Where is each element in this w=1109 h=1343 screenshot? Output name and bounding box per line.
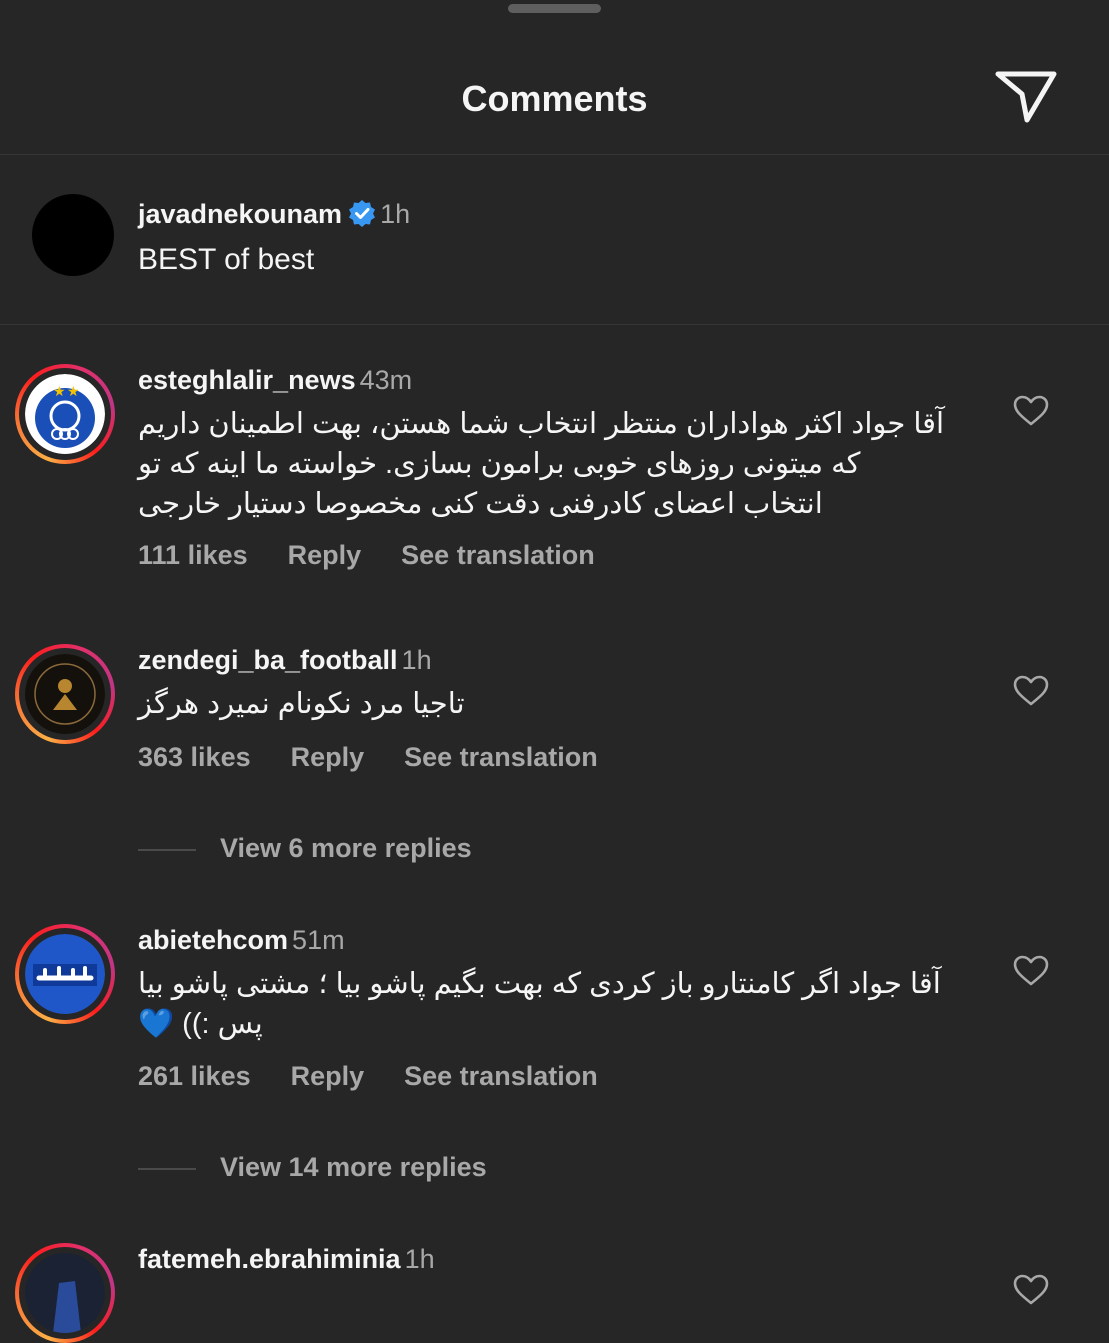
avatar: ★ ★ [25,374,105,454]
see-translation-button[interactable]: See translation [404,742,598,772]
svg-text:★: ★ [67,384,80,400]
username[interactable]: fatemeh.ebrahiminia [138,1244,401,1274]
timestamp: 1h [380,199,411,229]
avatar-story-ring[interactable] [15,924,115,1024]
see-translation-button[interactable]: See translation [404,1061,598,1091]
verified-badge-icon [348,199,376,234]
divider [138,848,196,851]
comment-text: تاجیا مرد نکونام نمیرد هرگز [138,688,465,720]
heart-icon[interactable] [1013,955,1049,987]
likes-count[interactable]: 261 likes [138,1061,251,1091]
page-title: Comments [461,78,648,119]
username[interactable]: abietehcom [138,925,288,955]
avatar [25,654,105,734]
comment-header: zendegi_ba_football 1h [138,645,432,676]
username[interactable]: javadnekounam [138,199,342,229]
comment-text: آقا جواد اگر کامنتارو باز کردی که بهت بگ… [138,968,941,1040]
likes-count[interactable]: 363 likes [138,742,251,772]
comment-text: آقا جواد اکثر هواداران منتظر انتخاب شما … [138,408,945,520]
svg-text:★: ★ [53,384,66,400]
comment-actions: 363 likes Reply See translation [138,742,638,773]
paper-plane-icon[interactable] [994,68,1058,124]
avatar-story-ring[interactable]: ★ ★ [15,364,115,464]
caption-header: javadnekounam 1h [138,199,410,234]
view-more-replies-label: View 6 more replies [220,833,472,863]
heart-icon[interactable] [1013,395,1049,427]
timestamp: 51m [292,925,345,955]
avatar [25,934,105,1014]
avatar[interactable] [32,194,114,276]
comment-actions: 261 likes Reply See translation [138,1061,638,1092]
heart-icon[interactable] [1013,1274,1049,1306]
view-more-replies-button[interactable]: View 6 more replies [138,833,472,864]
timestamp: 1h [404,1244,435,1274]
likes-count[interactable]: 111 likes [138,540,248,570]
comment-header: fatemeh.ebrahiminia 1h [138,1244,435,1275]
avatar [25,1253,105,1333]
avatar-story-ring[interactable] [15,644,115,744]
reply-button[interactable]: Reply [291,1061,365,1091]
avatar-story-ring[interactable] [15,1243,115,1343]
timestamp: 1h [401,645,432,675]
post-caption: javadnekounam 1h BEST of best [0,155,1109,325]
reply-button[interactable]: Reply [291,742,365,772]
see-translation-button[interactable]: See translation [401,540,595,570]
username[interactable]: zendegi_ba_football [138,645,398,675]
timestamp: 43m [359,365,413,395]
comment-actions: 111 likes Reply See translation [138,540,635,571]
divider [138,1167,196,1170]
comments-header: Comments [0,0,1109,155]
comment-header: abietehcom 51m [138,925,345,956]
username[interactable]: esteghlalir_news [138,365,356,395]
view-more-replies-button[interactable]: View 14 more replies [138,1152,487,1183]
reply-button[interactable]: Reply [288,540,362,570]
caption-text: BEST of best [138,243,315,276]
heart-icon[interactable] [1013,675,1049,707]
comment-header: esteghlalir_news 43m [138,365,412,396]
view-more-replies-label: View 14 more replies [220,1152,487,1182]
